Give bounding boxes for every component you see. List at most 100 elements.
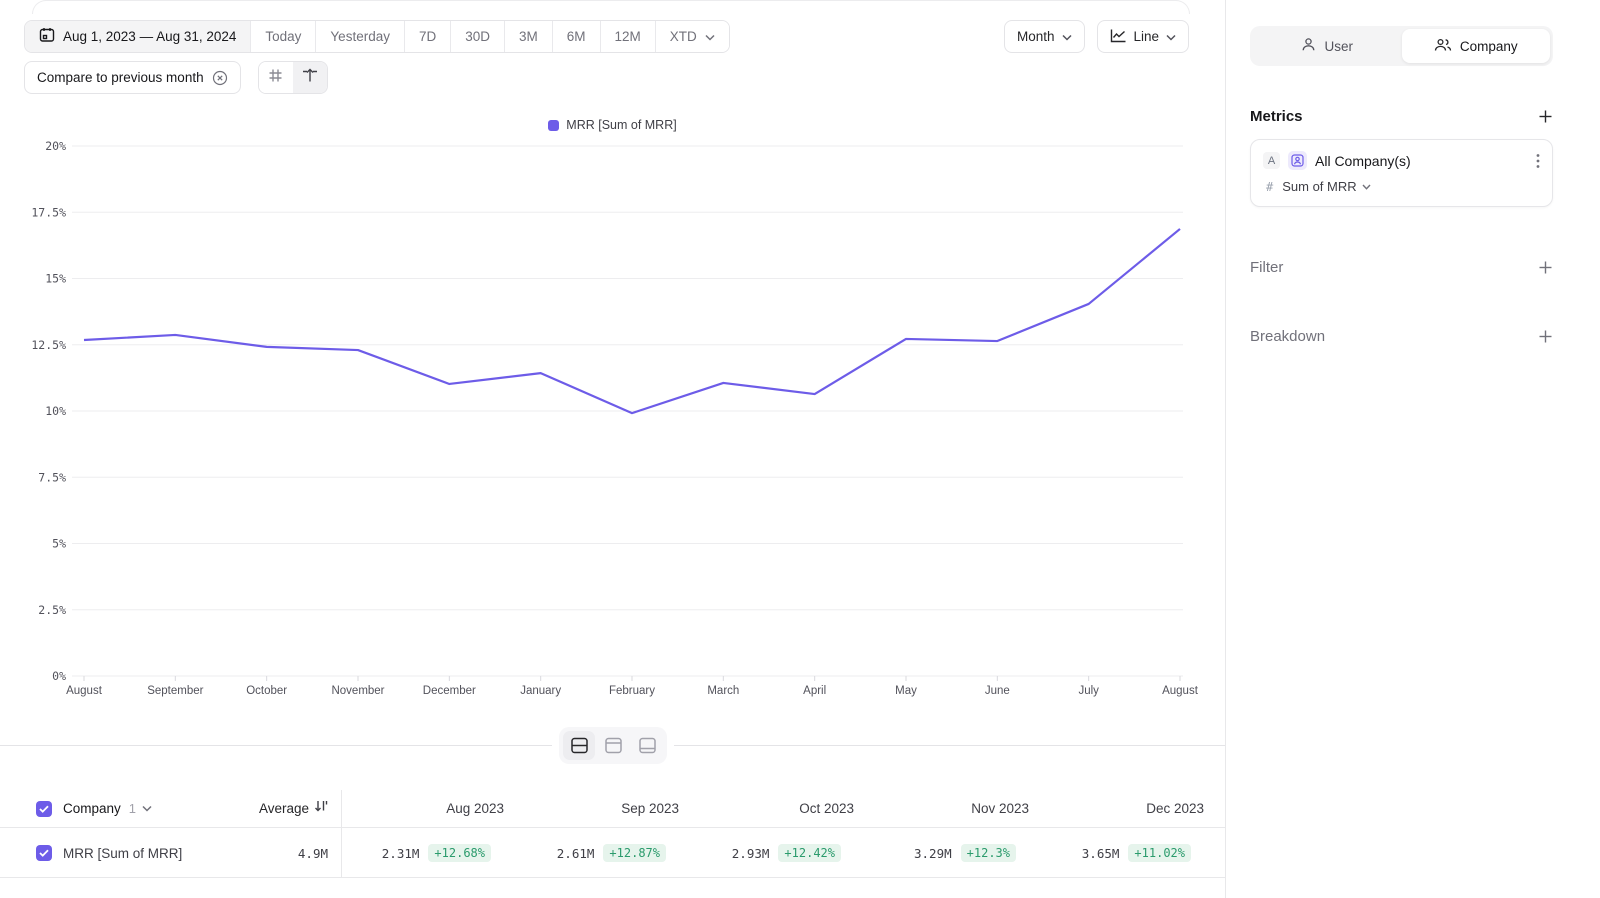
select-all-checkbox[interactable] (36, 801, 52, 817)
config-sidebar: User Company Metrics (1225, 0, 1600, 898)
chart-controls: Month Line (1004, 20, 1189, 53)
metric-card[interactable]: A All Company(s) # Sum of MRR (1250, 139, 1553, 207)
compare-chip[interactable]: Compare to previous month (24, 61, 241, 94)
range-today-button[interactable]: Today (251, 21, 316, 52)
tab-company[interactable]: Company (1402, 29, 1551, 63)
delta-badge: +12.87% (603, 844, 666, 862)
granularity-dropdown[interactable]: Month (1004, 20, 1085, 53)
group-label: Company (63, 801, 121, 816)
metric-value: 2.61M (557, 846, 595, 861)
chart-legend: MRR [Sum of MRR] (0, 118, 1225, 132)
layout-split-button[interactable] (563, 731, 595, 760)
user-icon (1301, 37, 1316, 55)
month-cell: 3.29M +12.3% (866, 829, 1041, 877)
delta-badge: +12.3% (961, 844, 1016, 862)
x-axis-tick: September (147, 685, 203, 697)
grid-values-toggle[interactable] (259, 62, 293, 93)
date-range-button[interactable]: Aug 1, 2023 — Aug 31, 2024 (25, 21, 251, 52)
metric-value: 2.93M (732, 846, 770, 861)
y-axis-tick: 20% (45, 140, 66, 153)
tab-user[interactable]: User (1253, 29, 1402, 63)
range-7d-button[interactable]: 7D (405, 21, 451, 52)
filter-heading: Filter (1250, 259, 1283, 276)
month-column-header: Aug 2023 (341, 790, 516, 827)
xtd-label: XTD (670, 29, 697, 44)
calendar-icon (39, 27, 55, 46)
compare-chip-label: Compare to previous month (37, 70, 204, 85)
x-axis-tick: February (609, 685, 655, 697)
entity-tabs: User Company (1250, 26, 1553, 66)
range-3m-button[interactable]: 3M (505, 21, 553, 52)
analytics-report-page: Aug 1, 2023 — Aug 31, 2024 TodayYesterda… (0, 0, 1600, 898)
legend-label: MRR [Sum of MRR] (566, 118, 676, 132)
y-axis-tick: 15% (45, 272, 66, 286)
chevron-down-icon (705, 29, 715, 44)
legend-swatch (548, 120, 559, 131)
range-xtd-button[interactable]: XTD (656, 21, 729, 52)
metric-value: 2.31M (382, 846, 420, 861)
aggregation-dropdown[interactable]: Sum of MRR (1282, 179, 1370, 194)
layout-toggle-group (552, 727, 674, 764)
metrics-heading: Metrics (1250, 108, 1303, 125)
layout-chart-top-button[interactable] (597, 731, 629, 760)
tab-user-label: User (1324, 39, 1353, 54)
chart-type-dropdown[interactable]: Line (1097, 20, 1190, 53)
align-top-toggle[interactable] (293, 62, 327, 93)
x-axis-tick: November (331, 685, 384, 697)
average-value: 4.9M (298, 846, 328, 861)
delta-badge: +12.42% (778, 844, 841, 862)
sort-icon[interactable] (314, 799, 328, 818)
month-cell: 3.65M+11.02% (1041, 829, 1216, 877)
y-axis-tick: 0% (52, 669, 66, 683)
line-chart-icon (1110, 28, 1127, 46)
month-column-header: Sep 2023 (516, 790, 691, 827)
arrow-up-to-line-icon (302, 68, 318, 88)
chart-display-toggle (258, 61, 328, 94)
x-axis-tick: January (520, 685, 561, 697)
x-axis-tick: December (423, 685, 476, 697)
x-axis-tick: August (1162, 685, 1199, 697)
add-breakdown-button[interactable] (1538, 329, 1553, 344)
grid-hash-icon (268, 68, 283, 88)
month-column-header: Nov 2023 (866, 790, 1041, 827)
delta-badge: +12.68% (428, 844, 491, 862)
remove-compare-icon[interactable] (212, 70, 228, 86)
x-axis-tick: March (707, 685, 739, 697)
metric-menu-icon[interactable] (1536, 153, 1540, 169)
mrr-series-line[interactable] (84, 229, 1180, 413)
group-by-dropdown[interactable]: Company 1 (63, 801, 152, 816)
y-axis-tick: 2.5% (38, 603, 66, 617)
x-axis-tick: April (803, 685, 826, 697)
add-metric-button[interactable] (1538, 109, 1553, 124)
x-axis-tick: May (895, 685, 917, 697)
month-headers: Aug 2023Sep 2023Oct 2023Nov 2023Dec 2023 (341, 790, 1221, 827)
company-contact-icon (1288, 151, 1307, 170)
metric-value: 3.29M (914, 846, 952, 861)
chevron-down-icon (1166, 29, 1176, 44)
layout-chart-bottom-button[interactable] (631, 731, 663, 760)
row-checkbox[interactable] (36, 845, 52, 861)
x-axis-tick: October (246, 685, 287, 697)
x-axis-tick: August (66, 685, 103, 697)
metric-table-row[interactable]: MRR [Sum of MRR] 4.9M 2.31M+12.68%2.61M+… (0, 829, 1225, 878)
compare-toolbar: Compare to previous month (24, 61, 328, 94)
table-column-divider (341, 790, 342, 878)
month-column-header: Oct 2023 (691, 790, 866, 827)
breakdown-heading: Breakdown (1250, 328, 1325, 345)
range-12m-button[interactable]: 12M (601, 21, 656, 52)
date-range-label: Aug 1, 2023 — Aug 31, 2024 (63, 29, 236, 44)
metric-value: 3.65M (1082, 846, 1120, 861)
y-axis-tick: 5% (52, 537, 66, 551)
month-cell: 2.31M +12.68% (341, 829, 516, 877)
y-axis-tick: 10% (45, 404, 66, 418)
range-6m-button[interactable]: 6M (553, 21, 601, 52)
x-axis-tick: July (1078, 685, 1099, 697)
chart-type-label: Line (1134, 29, 1160, 44)
average-header: Average (259, 801, 309, 816)
range-yesterday-button[interactable]: Yesterday (316, 21, 405, 52)
panel-top-edge (32, 0, 1190, 14)
range-30d-button[interactable]: 30D (451, 21, 505, 52)
mrr-line-chart[interactable]: 20%17.5%15%12.5%10%7.5%5%2.5%0%AugustSep… (0, 140, 1225, 705)
add-filter-button[interactable] (1538, 260, 1553, 275)
x-axis-tick: June (985, 685, 1010, 697)
